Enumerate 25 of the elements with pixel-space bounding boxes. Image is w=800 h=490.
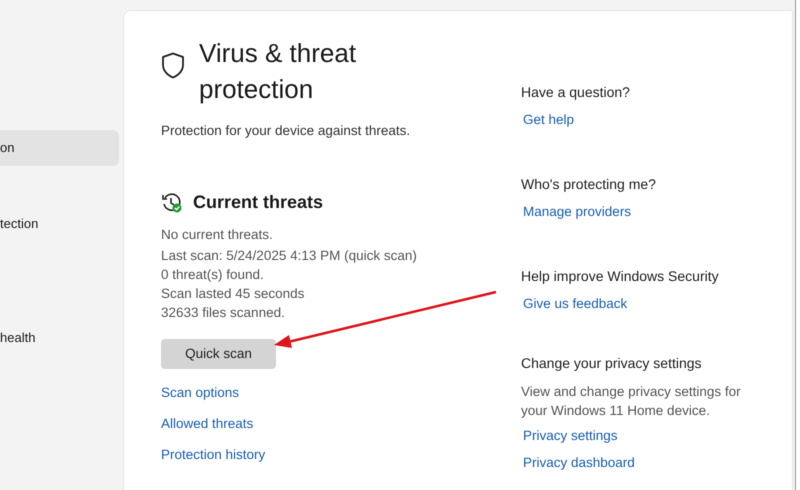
scan-info-text: 0 threat(s) found. xyxy=(161,266,265,284)
shield-icon xyxy=(161,52,185,79)
section-heading: Change your privacy settings xyxy=(521,354,703,373)
link[interactable]: Give us feedback xyxy=(523,294,628,313)
section-heading: Help improve Windows Security xyxy=(521,267,720,286)
link[interactable]: Scan options xyxy=(161,384,240,402)
scan-info-text: No current threats. xyxy=(161,226,274,244)
link[interactable]: Get help xyxy=(523,110,574,129)
section-heading: Current threats xyxy=(193,191,324,214)
scan-info-text: Last scan: 5/24/2025 4:13 PM (quick scan) xyxy=(161,247,418,266)
scan-info-text: Scan lasted 45 seconds xyxy=(161,285,306,304)
section-description: View and change privacy settings for your Windows 11 Home device. xyxy=(521,383,742,420)
sidebar-item[interactable]: on xyxy=(0,130,119,166)
page-title: Virus & threat protection xyxy=(199,37,358,106)
page-subtitle: Protection for your device against threats. xyxy=(161,122,412,140)
section-heading: Have a question? xyxy=(521,83,631,102)
link[interactable]: Allowed threats xyxy=(161,415,254,434)
section-heading: Who's protecting me? xyxy=(521,175,657,194)
link[interactable]: Privacy settings xyxy=(523,426,618,445)
link[interactable]: Privacy dashboard xyxy=(523,453,635,472)
link[interactable]: Protection history xyxy=(161,446,266,464)
link[interactable]: Manage providers xyxy=(523,202,632,221)
clock-check-icon xyxy=(161,192,183,214)
quick-scan-button[interactable]: Quick scan xyxy=(161,339,276,370)
scan-info-text: 32633 files scanned. xyxy=(161,304,286,322)
